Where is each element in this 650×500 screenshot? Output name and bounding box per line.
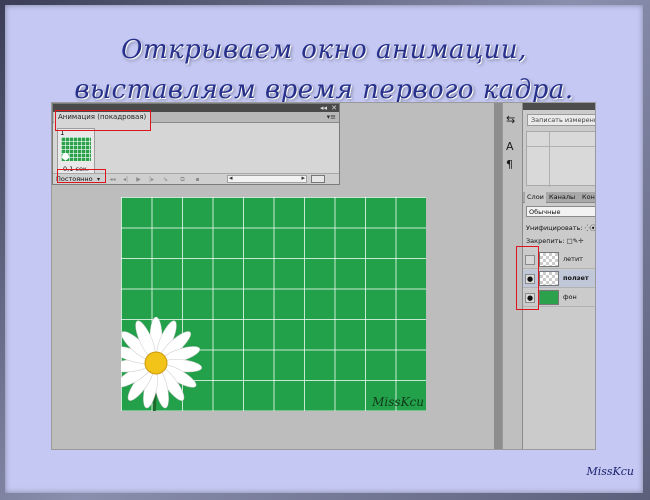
tween-icon[interactable]: ⇘ [160,175,171,184]
panels-titlebar [523,103,595,110]
scroll-left-icon[interactable]: ◂ [229,174,233,182]
measure-icon[interactable]: ⇆ [506,113,515,126]
table-divider [549,132,550,187]
daisy-thumbnail-icon [62,153,69,160]
play-icon[interactable]: ▶ [133,175,144,184]
lock-label: Закрепить: [526,237,565,245]
collapse-icon[interactable]: ◂◂ [320,104,327,112]
tools-strip [494,103,502,449]
measurement-table [526,131,595,187]
unify-visibility-icon[interactable]: ⦿ [590,224,595,232]
close-icon[interactable]: ✕ [331,104,337,112]
record-measurements-button[interactable]: Записать измерения [527,114,595,126]
highlight-frame-delay [57,169,106,183]
unify-label: Унифицировать: [526,224,583,232]
unify-row: Унифицировать: ⁛⦿ [526,222,595,232]
tab-layers[interactable]: Слои [525,192,546,203]
blend-mode-select[interactable]: Обычные [526,206,595,217]
timeline-toggle-icon[interactable] [311,175,325,183]
panel-menu-icon[interactable]: ▾≡ [327,113,336,121]
frames-scrollbar[interactable]: ◂ ▸ [227,174,307,183]
layer-name: фон [563,293,577,301]
scroll-right-icon[interactable]: ▸ [301,174,305,182]
highlight-animation-tab [55,110,151,131]
next-frame-icon[interactable]: |▸ [146,175,157,184]
animation-frame[interactable]: 1 0,1 сек. ▾ [57,128,95,181]
highlight-visibility-toggles [516,246,539,310]
layer-thumbnail [539,290,559,305]
character-icon[interactable]: A [506,140,514,153]
first-frame-icon[interactable]: ◂◂ [107,175,118,184]
photoshop-screenshot: ◂◂ ✕ Анимация (покадровая) ▾≡ 1 0,1 сек.… [51,102,596,450]
daisy-image [121,316,203,411]
lock-row: Закрепить: □✎✛ [526,237,584,245]
table-divider [527,146,595,147]
duplicate-frame-icon[interactable]: ⧉ [177,175,188,184]
paragraph-icon[interactable]: ¶ [506,158,513,171]
slide-title-line-1: Открываем окно анимации, [121,35,527,65]
frame-thumbnail [61,137,91,161]
layers-tabbar: Слои Каналы Конт [523,192,595,203]
tab-paths[interactable]: Конт [580,192,595,203]
layer-thumbnail [539,252,559,267]
lock-move-icon[interactable]: ✛ [578,237,583,245]
delete-frame-icon[interactable]: ▪ [192,175,203,184]
layer-name: ползет [563,274,589,282]
prev-frame-icon[interactable]: ◂| [120,175,131,184]
tab-channels[interactable]: Каналы [547,192,577,203]
slide-title-line-2: выставляем время первого кадра. [74,75,574,105]
slide-signature: MissKcu [586,465,634,478]
canvas-signature: MissKcu [372,395,424,409]
layer-thumbnail [539,271,559,286]
document-canvas[interactable]: MissKcu [121,197,426,411]
layer-name: летит [563,255,583,263]
